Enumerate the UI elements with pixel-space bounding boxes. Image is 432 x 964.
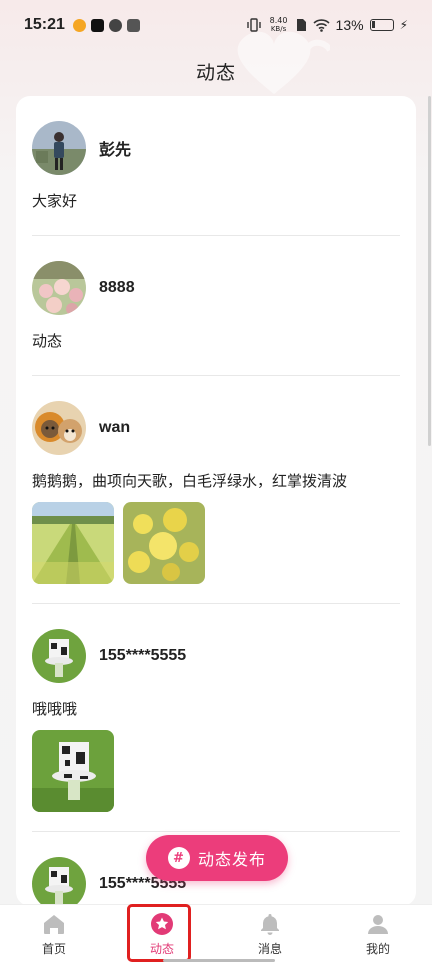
tab-moments[interactable]: 动态 (108, 905, 216, 964)
dogs-avatar[interactable] (32, 401, 86, 455)
charging-icon: ⚡ (399, 18, 408, 32)
star-icon (151, 913, 173, 935)
post-divider (32, 375, 400, 376)
publish-button-label: 动态发布 (197, 850, 266, 869)
status-time: 15:21 (24, 16, 65, 33)
post-item[interactable]: 彭先 大家好 (32, 120, 400, 212)
post-text: 大家好 (32, 192, 78, 210)
post-text: 哦哦哦 (32, 700, 78, 718)
post-username[interactable]: wan (99, 419, 130, 437)
post-divider (32, 235, 400, 236)
cow-figure-avatar[interactable] (32, 629, 86, 683)
home-indicator[interactable] (163, 959, 275, 962)
post-item[interactable]: wan 鹅鹅鹅，曲项向天歌，白毛浮绿水，红掌拨清波 (32, 400, 400, 584)
weibo-icon (72, 18, 86, 32)
publish-post-button[interactable]: # 动态发布 (146, 835, 288, 881)
cow-figure-photo[interactable] (32, 730, 114, 812)
post-text: 动态 (32, 332, 63, 350)
post-header: wan (32, 400, 400, 456)
link-app-icon (108, 18, 122, 32)
post-username[interactable]: 8888 (99, 279, 135, 297)
tab-home[interactable]: 首页 (0, 905, 108, 964)
tab-label: 首页 (41, 942, 66, 956)
battery-percent: 13% (335, 17, 364, 33)
post-item[interactable]: 8888 动态 (32, 260, 400, 352)
post-photos (32, 502, 400, 584)
bell-icon (261, 914, 279, 935)
post-photos (32, 730, 400, 812)
page-title: 动态 (195, 62, 236, 84)
battery-icon (369, 19, 394, 31)
flowers-avatar[interactable] (32, 261, 86, 315)
tab-profile[interactable]: 我的 (324, 905, 432, 964)
canola-field-photo[interactable] (32, 502, 114, 584)
bottom-tabbar: 首页 动态 消息 我的 (0, 904, 432, 964)
user-icon (368, 915, 388, 934)
post-divider (32, 603, 400, 604)
hash-icon: # (167, 847, 190, 869)
tab-label: 消息 (257, 942, 282, 956)
cow-figure-avatar[interactable] (32, 857, 86, 906)
post-header: 彭先 (32, 120, 400, 176)
message-app-icon (126, 18, 140, 32)
post-username[interactable]: 155****5555 (99, 647, 186, 665)
tab-messages[interactable]: 消息 (216, 905, 324, 964)
post-header: 8888 (32, 260, 400, 316)
scrollbar[interactable] (428, 96, 431, 446)
post-username[interactable]: 彭先 (99, 136, 131, 160)
post-header: 155****5555 (32, 628, 400, 684)
tab-label: 我的 (365, 942, 390, 956)
post-text: 鹅鹅鹅，曲项向天歌，白毛浮绿水，红掌拨清波 (32, 472, 348, 490)
post-item[interactable]: 155****5555 哦哦哦 (32, 628, 400, 812)
post-divider (32, 831, 400, 832)
feed-card: 彭先 大家好 8888 动态 wan 鹅鹅鹅，曲项向天歌，白毛浮绿水，红掌拨清波… (16, 96, 416, 906)
tiktok-icon (90, 18, 104, 32)
yellow-flowers-photo[interactable] (123, 502, 205, 584)
man-outdoors-avatar[interactable] (32, 121, 86, 175)
tab-label: 动态 (149, 942, 174, 956)
home-icon (44, 915, 64, 934)
